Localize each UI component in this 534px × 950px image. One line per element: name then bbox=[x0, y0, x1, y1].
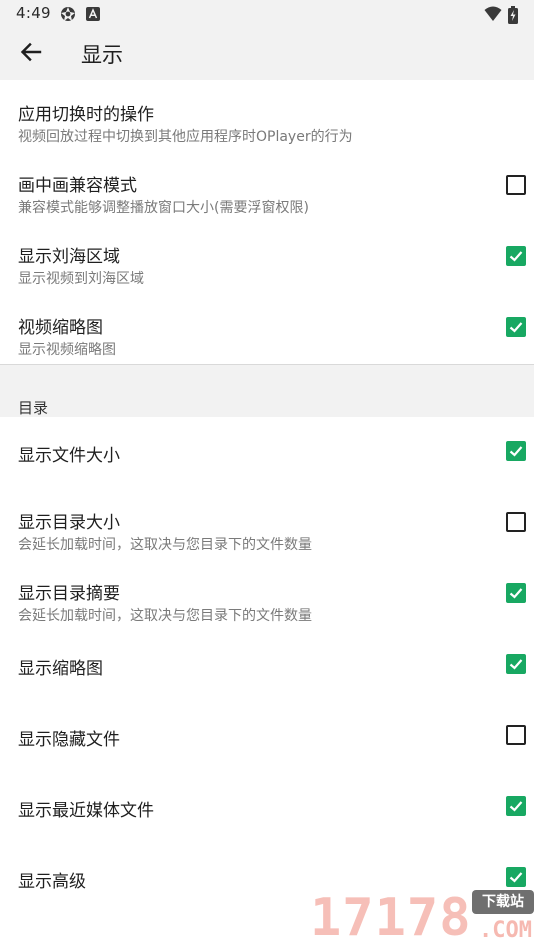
setting-title: 显示刘海区域 bbox=[18, 247, 120, 267]
setting-title: 显示缩略图 bbox=[18, 659, 103, 679]
checkbox-unchecked[interactable] bbox=[506, 725, 526, 745]
setting-subtitle: 显示视频到刘海区域 bbox=[18, 271, 144, 287]
page-title: 显示 bbox=[81, 43, 123, 67]
checkbox-unchecked[interactable] bbox=[506, 512, 526, 532]
setting-video-thumbnail[interactable]: 视频缩略图 显示视频缩略图 bbox=[0, 293, 534, 364]
wifi-icon bbox=[484, 6, 502, 22]
watermark-domain: .COM bbox=[479, 918, 532, 943]
check-icon bbox=[509, 872, 523, 883]
setting-subtitle: 会延长加载时间，这取决与您目录下的文件数量 bbox=[18, 608, 312, 624]
check-icon bbox=[509, 588, 523, 599]
checkbox-checked[interactable] bbox=[506, 317, 526, 337]
checkbox-checked[interactable] bbox=[506, 796, 526, 816]
checkbox-checked[interactable] bbox=[506, 441, 526, 461]
back-button[interactable] bbox=[16, 40, 46, 68]
check-icon bbox=[509, 801, 523, 812]
setting-show-directory-summary[interactable]: 显示目录摘要 会延长加载时间，这取决与您目录下的文件数量 bbox=[0, 559, 534, 630]
check-icon bbox=[509, 446, 523, 457]
letter-a-icon bbox=[86, 6, 102, 22]
settings-list: 应用切换时的操作 视频回放过程中切换到其他应用程序时OPlayer的行为 画中画… bbox=[0, 80, 534, 914]
setting-title: 显示文件大小 bbox=[18, 446, 120, 466]
setting-show-directory-size[interactable]: 显示目录大小 会延长加载时间，这取决与您目录下的文件数量 bbox=[0, 488, 534, 559]
check-icon bbox=[509, 659, 523, 670]
checkbox-checked[interactable] bbox=[506, 867, 526, 887]
watermark-digits: 17178 bbox=[310, 888, 472, 948]
section-title: 目录 bbox=[18, 399, 49, 417]
checkbox-checked[interactable] bbox=[506, 246, 526, 266]
setting-title: 视频缩略图 bbox=[18, 318, 103, 338]
setting-show-notch-area[interactable]: 显示刘海区域 显示视频到刘海区域 bbox=[0, 222, 534, 293]
setting-subtitle: 会延长加载时间，这取决与您目录下的文件数量 bbox=[18, 537, 312, 553]
watermark-tag: 下载站 bbox=[472, 890, 534, 914]
setting-title: 画中画兼容模式 bbox=[18, 176, 137, 196]
status-time: 4:49 bbox=[16, 4, 51, 22]
setting-app-switch-action[interactable]: 应用切换时的操作 视频回放过程中切换到其他应用程序时OPlayer的行为 bbox=[0, 80, 534, 151]
setting-title: 显示目录大小 bbox=[18, 513, 120, 533]
setting-subtitle: 视频回放过程中切换到其他应用程序时OPlayer的行为 bbox=[18, 129, 353, 145]
checkbox-unchecked[interactable] bbox=[506, 175, 526, 195]
setting-pip-compat-mode[interactable]: 画中画兼容模式 兼容模式能够调整播放窗口大小(需要浮窗权限) bbox=[0, 151, 534, 222]
checkbox-checked[interactable] bbox=[506, 654, 526, 674]
setting-subtitle: 显示视频缩略图 bbox=[18, 342, 116, 358]
check-icon bbox=[509, 322, 523, 333]
setting-title: 显示最近媒体文件 bbox=[18, 801, 154, 821]
setting-title: 应用切换时的操作 bbox=[18, 105, 154, 125]
checkbox-checked[interactable] bbox=[506, 583, 526, 603]
arrow-back-icon bbox=[20, 42, 42, 66]
watermark-logo: 17178 下载站 .COM bbox=[310, 888, 534, 950]
setting-title: 显示目录摘要 bbox=[18, 584, 120, 604]
check-icon bbox=[509, 251, 523, 262]
setting-title: 显示隐藏文件 bbox=[18, 730, 120, 750]
battery-charging-icon bbox=[508, 6, 518, 24]
app-bar: 显示 bbox=[0, 28, 534, 80]
setting-show-recent-media[interactable]: 显示最近媒体文件 bbox=[0, 772, 534, 843]
status-bar: 4:49 bbox=[0, 0, 534, 28]
setting-subtitle: 兼容模式能够调整播放窗口大小(需要浮窗权限) bbox=[18, 200, 309, 216]
setting-show-hidden-files[interactable]: 显示隐藏文件 bbox=[0, 701, 534, 772]
setting-show-file-size[interactable]: 显示文件大小 bbox=[0, 417, 534, 488]
section-header-directory: 目录 bbox=[0, 365, 534, 417]
setting-show-thumbnails[interactable]: 显示缩略图 bbox=[0, 630, 534, 701]
setting-title: 显示高级 bbox=[18, 872, 86, 892]
settings-aperture-icon bbox=[60, 6, 76, 22]
